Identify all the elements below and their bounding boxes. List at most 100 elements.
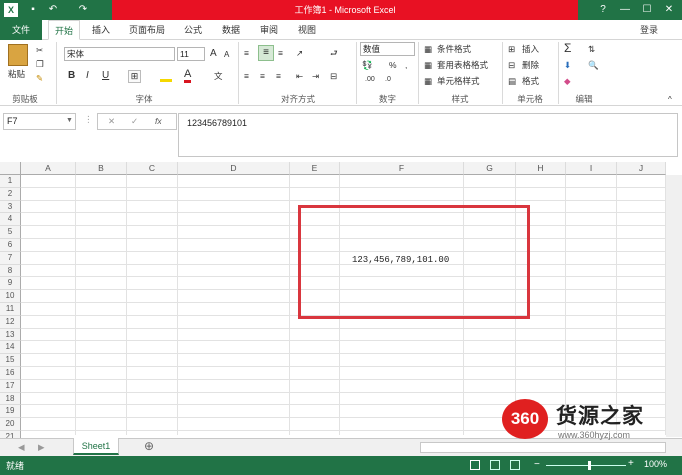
underline-button[interactable]: U xyxy=(102,70,109,82)
cancel-icon[interactable]: ✕ xyxy=(108,115,115,127)
column-header[interactable]: G xyxy=(464,162,516,175)
row-header[interactable]: 7 xyxy=(0,251,21,265)
row-header[interactable]: 20 xyxy=(0,418,21,431)
row-header[interactable]: 11 xyxy=(0,303,21,316)
vertical-scrollbar[interactable] xyxy=(666,175,682,437)
page-break-view-icon[interactable] xyxy=(510,460,520,470)
conditional-format-icon[interactable]: ▦ xyxy=(424,43,432,55)
insert-cells-icon[interactable]: ⊞ xyxy=(508,43,515,55)
tab-formulas[interactable]: 公式 xyxy=(178,20,208,40)
table-format-button[interactable]: 套用表格格式 xyxy=(437,59,488,71)
cell-styles-button[interactable]: 单元格样式 xyxy=(437,75,480,87)
collapse-ribbon-icon[interactable]: ^ xyxy=(668,94,672,106)
row-header[interactable]: 18 xyxy=(0,392,21,406)
align-center-icon[interactable]: ≡ xyxy=(260,70,265,82)
delete-cells-icon[interactable]: ⊟ xyxy=(508,59,515,71)
cut-icon[interactable]: ✂ xyxy=(36,44,43,56)
find-select-icon[interactable]: 🔍 xyxy=(588,59,599,71)
undo-icon[interactable]: ↶ xyxy=(46,3,60,17)
format-painter-icon[interactable]: ✎ xyxy=(36,72,43,84)
fill-icon[interactable]: ⬇ xyxy=(564,59,571,71)
decrease-decimal-icon[interactable]: .0 xyxy=(385,74,391,86)
zoom-slider-thumb[interactable] xyxy=(588,461,591,470)
cell-styles-icon[interactable]: ▦ xyxy=(424,75,432,87)
zoom-level[interactable]: 100% xyxy=(644,459,667,469)
font-size-select[interactable]: 11 xyxy=(177,47,205,61)
currency-icon[interactable]: 💱 xyxy=(362,59,373,71)
login-link[interactable]: 登录 xyxy=(640,20,658,40)
merge-center-icon[interactable]: ⊟ xyxy=(330,70,337,82)
paste-button[interactable]: 粘贴 xyxy=(8,68,25,80)
shrink-font-icon[interactable]: A xyxy=(224,49,229,61)
align-middle-icon[interactable]: ≡ xyxy=(258,45,274,61)
tab-review[interactable]: 审阅 xyxy=(254,20,284,40)
table-format-icon[interactable]: ▦ xyxy=(424,59,432,71)
align-left-icon[interactable]: ≡ xyxy=(244,70,249,82)
name-box-dropdown-icon[interactable]: ▼ xyxy=(66,115,73,127)
horizontal-scrollbar[interactable] xyxy=(420,442,666,453)
enter-icon[interactable]: ✓ xyxy=(131,115,138,127)
column-header[interactable]: I xyxy=(566,162,617,175)
column-header[interactable]: J xyxy=(617,162,666,175)
zoom-slider[interactable] xyxy=(546,465,626,466)
row-header[interactable]: 13 xyxy=(0,328,21,342)
help-icon[interactable]: ? xyxy=(596,3,610,17)
bold-button[interactable]: B xyxy=(68,70,75,82)
tab-home[interactable]: 开始 xyxy=(48,20,80,40)
row-header[interactable]: 2 xyxy=(0,187,21,201)
column-header[interactable]: E xyxy=(290,162,340,175)
increase-decimal-icon[interactable]: .00 xyxy=(365,74,375,86)
autosum-button[interactable]: Σ xyxy=(564,42,571,54)
prev-sheet-icon[interactable]: ◀ xyxy=(18,441,25,453)
font-name-select[interactable]: 宋体 xyxy=(64,47,175,61)
number-format-select[interactable]: 数值 xyxy=(360,42,415,56)
row-header[interactable]: 19 xyxy=(0,405,21,419)
select-all-corner[interactable] xyxy=(0,162,21,175)
redo-icon[interactable]: ↷ xyxy=(76,3,90,17)
row-header[interactable]: 1 xyxy=(0,175,21,188)
column-header[interactable]: A xyxy=(21,162,76,175)
page-layout-view-icon[interactable] xyxy=(490,460,500,470)
tab-page-layout[interactable]: 页面布局 xyxy=(124,20,170,40)
copy-icon[interactable]: ❐ xyxy=(36,58,44,70)
wrap-text-icon[interactable]: ⮐ xyxy=(330,47,338,59)
align-top-icon[interactable]: ≡ xyxy=(244,47,249,59)
row-header[interactable]: 14 xyxy=(0,341,21,355)
row-header[interactable]: 4 xyxy=(0,213,21,227)
row-header[interactable]: 12 xyxy=(0,315,21,329)
tab-insert[interactable]: 插入 xyxy=(86,20,116,40)
tab-data[interactable]: 数据 xyxy=(216,20,246,40)
add-sheet-button[interactable]: ⊕ xyxy=(144,440,154,452)
row-header[interactable]: 16 xyxy=(0,367,21,380)
row-header[interactable]: 15 xyxy=(0,354,21,367)
border-icon[interactable]: ⊞ xyxy=(128,70,141,83)
sort-filter-icon[interactable]: ⇅ xyxy=(588,43,595,55)
insert-cells-button[interactable]: 插入 xyxy=(522,43,539,55)
conditional-format-button[interactable]: 条件格式 xyxy=(437,43,471,55)
tab-file[interactable]: 文件 xyxy=(0,20,42,40)
format-cells-icon[interactable]: ▤ xyxy=(508,75,516,87)
maximize-button[interactable]: ☐ xyxy=(640,3,654,17)
column-header[interactable]: H xyxy=(516,162,566,175)
tab-sheet1[interactable]: Sheet1 xyxy=(73,438,119,455)
close-button[interactable]: ✕ xyxy=(662,3,676,17)
font-color-button[interactable]: A xyxy=(184,68,192,83)
grow-font-icon[interactable]: A xyxy=(210,48,217,60)
column-header[interactable]: B xyxy=(76,162,127,175)
orientation-icon[interactable]: ↗ xyxy=(296,47,303,59)
column-header[interactable]: D xyxy=(178,162,290,175)
row-header[interactable]: 6 xyxy=(0,239,21,252)
row-header[interactable]: 5 xyxy=(0,226,21,239)
column-header[interactable]: C xyxy=(127,162,178,175)
row-header[interactable]: 3 xyxy=(0,200,21,214)
italic-button[interactable]: I xyxy=(86,70,89,82)
percent-button[interactable]: % xyxy=(389,59,397,71)
increase-indent-icon[interactable]: ⇥ xyxy=(312,70,319,82)
normal-view-icon[interactable] xyxy=(470,460,480,470)
column-header[interactable]: F xyxy=(340,162,464,175)
save-icon[interactable]: ▪ xyxy=(26,3,40,17)
delete-cells-button[interactable]: 删除 xyxy=(522,59,539,71)
zoom-out-icon[interactable]: − xyxy=(534,460,540,470)
insert-function-icon[interactable]: fx xyxy=(155,115,162,127)
comma-button[interactable]: , xyxy=(405,59,407,71)
